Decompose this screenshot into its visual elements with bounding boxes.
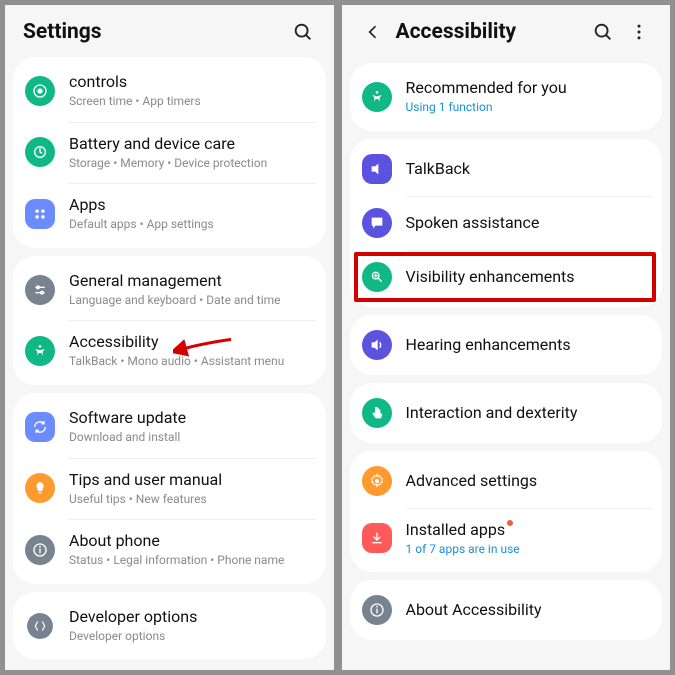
accessibility-icon [25,336,55,366]
accessibility-item-recommended[interactable]: Recommended for you Using 1 function [350,66,663,128]
settings-item-tips[interactable]: Tips and user manual Useful tips • New f… [13,458,326,520]
settings-item-apps[interactable]: Apps Default apps • App settings [13,183,326,245]
item-sub: Storage • Memory • Device protection [69,156,316,172]
apps-icon [25,199,55,229]
item-sub: Screen time • App timers [69,94,316,110]
controls-icon [25,76,55,106]
accessibility-group: TalkBack Spoken assistance Visibility en… [350,139,663,307]
installed-apps-icon [362,523,392,553]
accessibility-group: Hearing enhancements [350,315,663,375]
settings-item-general[interactable]: General management Language and keyboard… [13,259,326,321]
accessibility-item-visibility[interactable]: Visibility enhancements [350,250,663,304]
advanced-settings-icon [362,466,392,496]
item-sub: Using 1 function [406,100,653,116]
battery-care-icon [25,137,55,167]
item-title: Advanced settings [406,471,653,491]
header: Settings [5,5,334,55]
talkback-icon [362,154,392,184]
item-sub: Developer options [69,629,316,645]
item-title: About phone [69,531,316,551]
settings-group: Software update Download and install Tip… [13,393,326,584]
developer-options-icon [25,611,55,641]
settings-item-controls[interactable]: controls Screen time • App timers [13,60,326,122]
accessibility-group: Interaction and dexterity [350,383,663,443]
about-phone-icon [25,535,55,565]
item-title: Visibility enhancements [406,267,653,287]
item-sub: Default apps • App settings [69,217,316,233]
item-sub: Status • Legal information • Phone name [69,553,316,569]
visibility-icon [362,262,392,292]
item-title: Software update [69,408,316,428]
accessibility-item-about[interactable]: About Accessibility [350,583,663,637]
item-title: Developer options [69,607,316,627]
item-title: Spoken assistance [406,213,653,233]
hearing-icon [362,330,392,360]
accessibility-group: About Accessibility [350,580,663,640]
settings-item-battery[interactable]: Battery and device care Storage • Memory… [13,122,326,184]
item-sub: TalkBack • Mono audio • Assistant menu [69,354,316,370]
item-title: About Accessibility [406,600,653,620]
settings-item-developer[interactable]: Developer options Developer options [13,595,326,657]
about-accessibility-icon [362,595,392,625]
settings-group: Developer options Developer options [13,592,326,660]
item-sub: Language and keyboard • Date and time [69,293,316,309]
interaction-icon [362,398,392,428]
more-icon[interactable] [626,19,652,45]
item-title: Interaction and dexterity [406,403,653,423]
search-icon[interactable] [290,19,316,45]
accessibility-group: Recommended for you Using 1 function [350,63,663,131]
accessibility-screen: Accessibility Recommended for you Using … [342,5,671,670]
item-sub: Download and install [69,430,316,446]
item-title: General management [69,271,316,291]
tips-icon [25,473,55,503]
item-sub: 1 of 7 apps are in use [406,542,653,558]
settings-item-about-phone[interactable]: About phone Status • Legal information •… [13,519,326,581]
header: Accessibility [342,5,671,55]
accessibility-group: Advanced settings Installed apps 1 of 7 … [350,451,663,573]
accessibility-item-interaction[interactable]: Interaction and dexterity [350,386,663,440]
page-title: Accessibility [396,20,581,44]
accessibility-item-talkback[interactable]: TalkBack [350,142,663,196]
recommended-icon [362,82,392,112]
accessibility-item-spoken[interactable]: Spoken assistance [350,196,663,250]
item-title: Battery and device care [69,134,316,154]
accessibility-item-advanced[interactable]: Advanced settings [350,454,663,508]
notification-dot-icon [507,520,513,526]
accessibility-item-installed-apps[interactable]: Installed apps 1 of 7 apps are in use [350,508,663,570]
software-update-icon [25,412,55,442]
back-button[interactable] [360,19,386,45]
item-title: Hearing enhancements [406,335,653,355]
settings-item-software-update[interactable]: Software update Download and install [13,396,326,458]
item-title: TalkBack [406,159,653,179]
page-title: Settings [23,20,280,44]
settings-group: controls Screen time • App timers Batter… [13,57,326,248]
settings-screen: Settings controls Screen time • App time… [5,5,334,670]
item-title: controls [69,72,316,92]
item-title: Apps [69,195,316,215]
spoken-assistance-icon [362,208,392,238]
settings-item-accessibility[interactable]: Accessibility TalkBack • Mono audio • As… [13,320,326,382]
settings-group: General management Language and keyboard… [13,256,326,385]
item-sub: Useful tips • New features [69,492,316,508]
item-title: Installed apps [406,520,653,540]
item-title: Recommended for you [406,78,653,98]
general-management-icon [25,275,55,305]
item-title: Tips and user manual [69,470,316,490]
accessibility-item-hearing[interactable]: Hearing enhancements [350,318,663,372]
item-title: Accessibility [69,332,316,352]
search-icon[interactable] [590,19,616,45]
